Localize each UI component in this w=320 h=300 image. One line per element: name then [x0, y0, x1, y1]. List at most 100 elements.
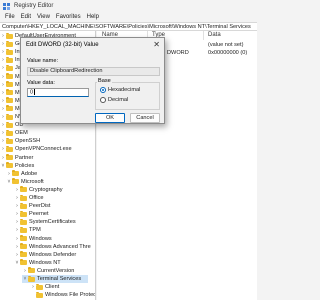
folder-icon [6, 89, 13, 96]
tree-item[interactable]: › OEM [0, 129, 28, 137]
menu-help[interactable]: Help [84, 14, 102, 20]
tree-item[interactable]: ˅ Windows NT [14, 259, 61, 267]
folder-icon [20, 218, 27, 225]
menu-file[interactable]: File [2, 14, 18, 20]
edit-dword-dialog: Edit DWORD (32-bit) Value ✕ Value name: … [20, 37, 165, 124]
folder-icon [6, 105, 13, 112]
tree-item[interactable]: › Cryptography [14, 186, 63, 194]
menu-bar: File Edit View Favorites Help [0, 12, 257, 22]
menu-view[interactable]: View [34, 14, 53, 20]
tree-item-label: Windows NT [29, 259, 61, 266]
folder-icon [6, 56, 13, 63]
column-divider[interactable] [203, 31, 204, 40]
close-icon[interactable]: ✕ [153, 40, 160, 49]
folder-icon [12, 170, 19, 177]
tree-item-label: Office [29, 195, 44, 201]
menu-favorites[interactable]: Favorites [53, 14, 84, 20]
folder-icon [20, 235, 27, 241]
window-title: Registry Editor [14, 3, 54, 9]
tree-item[interactable]: › Peernet [14, 210, 49, 218]
folder-icon [12, 178, 19, 185]
folder-icon [6, 97, 13, 104]
tree-item[interactable]: › Office [14, 194, 44, 202]
tree-item[interactable]: ˅ Terminal Services [22, 275, 88, 283]
value-name-label: Value name: [27, 58, 58, 64]
tree-item-label: Policies [15, 162, 35, 169]
folder-icon [6, 154, 13, 160]
tree-item-label: Windows [29, 235, 52, 242]
tree-item[interactable]: › SystemCertificates [14, 218, 76, 226]
tree-item[interactable]: › TPM [14, 226, 41, 234]
value-name-field: Disable ClipboardRedirection [27, 67, 160, 76]
folder-icon [6, 113, 13, 120]
tree-item-label: Windows Defender [29, 251, 77, 258]
tree-item[interactable]: › Partner [0, 154, 33, 162]
tree-item[interactable]: › Adobe [6, 170, 37, 178]
folder-icon [28, 267, 35, 274]
menu-edit[interactable]: Edit [18, 14, 34, 20]
folder-icon [36, 291, 43, 298]
folder-icon [20, 202, 27, 209]
tree-item[interactable]: Windows File Protect [30, 291, 96, 299]
folder-icon [6, 81, 13, 88]
tree-item[interactable]: › Windows [14, 235, 52, 243]
folder-icon [20, 243, 27, 250]
tree-item-label: OEM [15, 130, 28, 137]
tree-item[interactable]: › OpenSSH [0, 137, 40, 145]
address-bar[interactable]: Computer\HKEY_LOCAL_MACHINE\SOFTWARE\Pol… [0, 22, 257, 31]
radio-unselected-icon [100, 97, 106, 103]
tree-item-label: OpenSSH [15, 138, 41, 145]
folder-icon [20, 251, 27, 258]
value-data-input[interactable]: 0 [27, 88, 89, 97]
tree-item[interactable]: › Windows Defender [14, 251, 76, 259]
tree-item-label: PeerDist [29, 203, 51, 210]
cancel-button[interactable]: Cancel [130, 113, 160, 123]
tree-item-label: OpenVPNConnect.exe [15, 146, 72, 153]
tree-item-label: Peernet [29, 211, 49, 218]
folder-icon [20, 226, 27, 233]
ok-button[interactable]: OK [95, 113, 125, 123]
hexadecimal-radio[interactable]: Hexadecimal [100, 87, 140, 93]
value-data[interactable]: 0x00000000 (0) [208, 50, 247, 56]
folder-icon [28, 275, 35, 282]
tree-item-label: Cryptography [29, 186, 63, 193]
folder-icon [20, 210, 27, 217]
value-data[interactable]: (value not set) [208, 42, 243, 48]
value-data-label: Value data: [27, 80, 55, 86]
tree-item-label: Terminal Services [37, 276, 82, 282]
folder-icon [6, 32, 13, 39]
tree-item-label: CurrentVersion [37, 267, 75, 274]
tree-item-label: Microsoft [21, 178, 44, 185]
text-caret [34, 89, 36, 95]
tree-item[interactable]: › Client [30, 283, 59, 291]
base-label: Base [97, 78, 112, 84]
tree-item-label: Partner [15, 154, 34, 161]
tree-item[interactable]: › OpenVPNConnect.exe [0, 145, 72, 153]
column-header-data[interactable]: Data [208, 31, 221, 40]
folder-icon [6, 64, 13, 71]
tree-item[interactable]: › Windows Advanced Thre [14, 243, 91, 251]
radio-selected-icon [100, 87, 106, 93]
value-type[interactable]: DWORD [167, 50, 189, 56]
tree-item-label: Windows Advanced Thre [29, 243, 91, 250]
folder-icon [6, 48, 13, 55]
folder-icon [20, 259, 27, 266]
folder-icon [6, 73, 13, 79]
folder-icon [6, 145, 13, 152]
folder-icon [6, 121, 13, 128]
tree-item-label: Windows File Protect [45, 292, 96, 299]
tree-item-label: Client [45, 284, 60, 291]
folder-icon [6, 129, 13, 136]
decimal-label: Decimal [108, 97, 129, 103]
tree-item[interactable]: › PeerDist [14, 202, 50, 210]
tree-item-label: Adobe [21, 170, 38, 177]
folder-icon [6, 40, 13, 47]
tree-item[interactable]: › CurrentVersion [22, 267, 74, 275]
tree-item[interactable]: ˅ Policies [0, 162, 34, 170]
dialog-title: Edit DWORD (32-bit) Value [26, 42, 99, 48]
folder-icon [6, 162, 13, 169]
tree-item[interactable]: ˅ Microsoft [6, 178, 44, 186]
folder-icon [6, 137, 13, 144]
decimal-radio[interactable]: Decimal [100, 97, 128, 103]
value-data-text: 0 [30, 89, 34, 96]
